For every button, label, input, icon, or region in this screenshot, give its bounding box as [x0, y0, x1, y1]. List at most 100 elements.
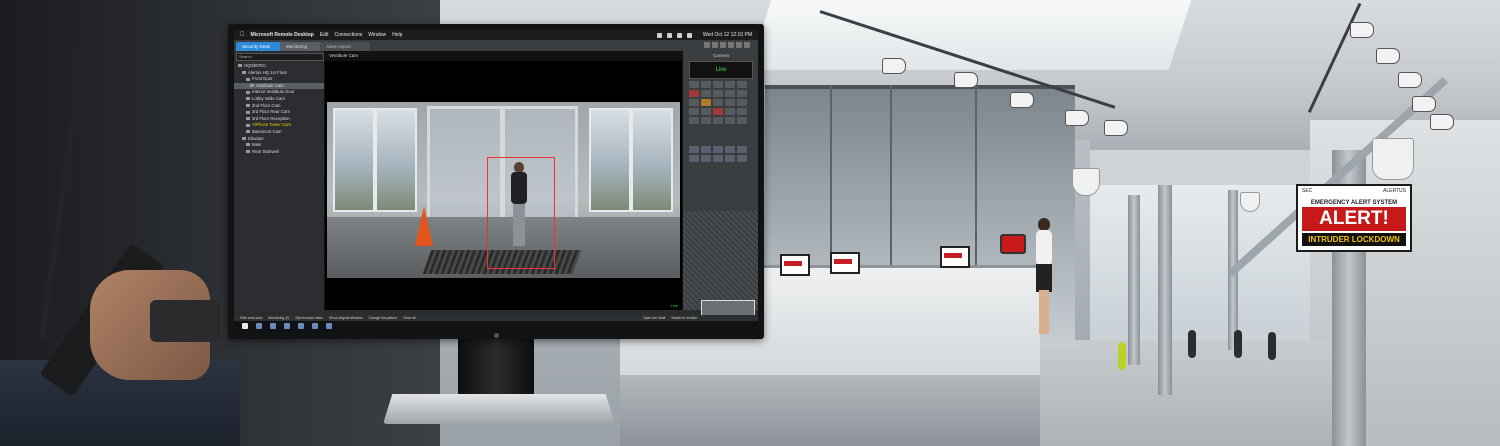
control-button[interactable] — [689, 81, 699, 88]
control-button[interactable] — [737, 117, 747, 124]
tree-item[interactable]: Main — [234, 142, 324, 149]
tree-item[interactable]: Elevator — [234, 136, 324, 143]
control-button[interactable] — [737, 99, 747, 106]
mac-menu-bar:  Microsoft Remote Desktop Edit Connecti… — [234, 30, 758, 40]
tool-icon[interactable] — [744, 42, 750, 48]
control-button[interactable] — [725, 108, 735, 115]
control-button[interactable] — [713, 108, 723, 115]
control-button[interactable] — [713, 99, 723, 106]
monitoring-button[interactable]: Monitoring (2) — [268, 316, 289, 320]
switch-monitor-button[interactable]: Switch to monitor — [671, 316, 697, 320]
tree-item[interactable]: AlPhone Tower Cam — [234, 122, 324, 129]
pendant-light — [1072, 168, 1100, 196]
tool-icon[interactable] — [736, 42, 742, 48]
apple-icon[interactable]:  — [240, 32, 245, 38]
show-original-streams-button[interactable]: Show original streams — [329, 316, 362, 320]
battery-icon[interactable] — [686, 32, 692, 38]
area-tree: Search HQ035TEC Alertus HQ 1st Floor Front… — [234, 51, 325, 310]
search-icon[interactable] — [256, 322, 262, 329]
menu-window[interactable]: Window — [368, 32, 386, 38]
control-button[interactable] — [689, 108, 699, 115]
menu-status-area: Wed Oct 12 12:10 PM — [656, 30, 752, 40]
track-light — [954, 72, 978, 88]
control-button[interactable] — [725, 99, 735, 106]
tree-item[interactable]: Interior Vestibule Door — [234, 89, 324, 96]
tool-icon[interactable] — [720, 42, 726, 48]
ptz-button[interactable] — [737, 146, 747, 153]
ptz-button[interactable] — [689, 146, 699, 153]
control-button[interactable] — [701, 81, 711, 88]
ptz-button[interactable] — [701, 146, 711, 153]
control-button[interactable] — [737, 81, 747, 88]
app-tab-bar: Security Desk Monitoring Alarm report — [234, 40, 758, 51]
tree-item[interactable]: 3rd Floor Reception — [234, 116, 324, 123]
tree-item[interactable]: Vestibule Cam — [234, 82, 324, 90]
open-vault-button[interactable]: Open the Vault — [643, 316, 665, 320]
camera-icon — [246, 103, 250, 107]
control-button[interactable] — [701, 90, 711, 97]
tool-icon[interactable] — [712, 42, 718, 48]
control-button[interactable] — [689, 99, 699, 106]
lobby-column — [1158, 185, 1172, 395]
control-button[interactable] — [737, 108, 747, 115]
task-view-icon[interactable] — [270, 322, 276, 329]
menu-connections[interactable]: Connections — [334, 32, 362, 38]
clear-all-button[interactable]: Clear all — [403, 316, 415, 320]
store-icon[interactable] — [312, 322, 318, 329]
control-button[interactable] — [713, 117, 723, 124]
ptz-button[interactable] — [713, 146, 723, 153]
ptz-button[interactable] — [701, 155, 711, 162]
control-button[interactable] — [701, 99, 711, 106]
edge-icon[interactable] — [284, 322, 290, 329]
wifi-icon[interactable] — [676, 32, 682, 38]
tree-item[interactable]: Basement Cam — [234, 129, 324, 136]
tool-icon[interactable] — [704, 42, 710, 48]
menu-edit[interactable]: Edit — [320, 32, 329, 38]
ptz-button[interactable] — [713, 155, 723, 162]
hide-area-view-button[interactable]: Hide area view — [240, 316, 262, 320]
ptz-button[interactable] — [737, 155, 747, 162]
control-button[interactable] — [701, 108, 711, 115]
control-button[interactable] — [725, 117, 735, 124]
tree-item[interactable]: Front Door — [234, 76, 324, 83]
track-light — [1010, 92, 1034, 108]
tree-item[interactable]: HQ035TEC — [234, 63, 324, 70]
status-icon[interactable] — [656, 32, 662, 38]
menu-clock[interactable]: Wed Oct 12 12:10 PM — [703, 32, 752, 38]
tree-item[interactable]: 2nd Floor Cam — [234, 103, 324, 110]
photo-scene: SEC ALERTUS EMERGENCY ALERT SYSTEM ALERT… — [0, 0, 1500, 446]
video-tile[interactable]: Live — [325, 61, 682, 310]
ptz-button[interactable] — [725, 155, 735, 162]
folder-icon[interactable] — [298, 322, 304, 329]
camera-icon — [238, 64, 242, 68]
alert-system-label: EMERGENCY ALERT SYSTEM — [1310, 200, 1398, 206]
live-indicator: Live — [670, 303, 678, 308]
pause-button[interactable] — [713, 81, 723, 88]
control-button[interactable] — [737, 90, 747, 97]
status-icon[interactable] — [666, 32, 672, 38]
sign-right-logo: ALERTUS — [1383, 188, 1406, 194]
tree-item[interactable]: Rear Stairwell — [234, 149, 324, 156]
record-button[interactable] — [689, 90, 699, 97]
tree-search-input[interactable]: Search — [236, 53, 324, 61]
windows-start-icon[interactable] — [242, 322, 248, 329]
tab-alarm-report[interactable]: Alarm report — [320, 42, 370, 51]
tree-item[interactable]: 3rd Floor Rear Cam — [234, 109, 324, 116]
tree-item[interactable]: Lobby Wide Cam — [234, 96, 324, 103]
tree-item-label: Lobby Wide Cam — [252, 95, 285, 101]
person-walking — [1118, 342, 1126, 370]
menu-app-name[interactable]: Microsoft Remote Desktop — [251, 32, 314, 38]
control-button[interactable] — [701, 117, 711, 124]
control-button[interactable] — [725, 81, 735, 88]
ptz-button[interactable] — [689, 155, 699, 162]
synchronize-video-button[interactable]: Synchronize video — [295, 316, 323, 320]
tree-item[interactable]: Alertus HQ 1st Floor — [234, 70, 324, 77]
ptz-button[interactable] — [725, 146, 735, 153]
menu-help[interactable]: Help — [392, 32, 402, 38]
control-button[interactable] — [725, 90, 735, 97]
change-tile-pattern-button[interactable]: Change tile pattern — [368, 316, 397, 320]
security-desk-icon[interactable] — [326, 322, 332, 329]
tool-icon[interactable] — [728, 42, 734, 48]
control-button[interactable] — [689, 117, 699, 124]
control-button[interactable] — [713, 90, 723, 97]
